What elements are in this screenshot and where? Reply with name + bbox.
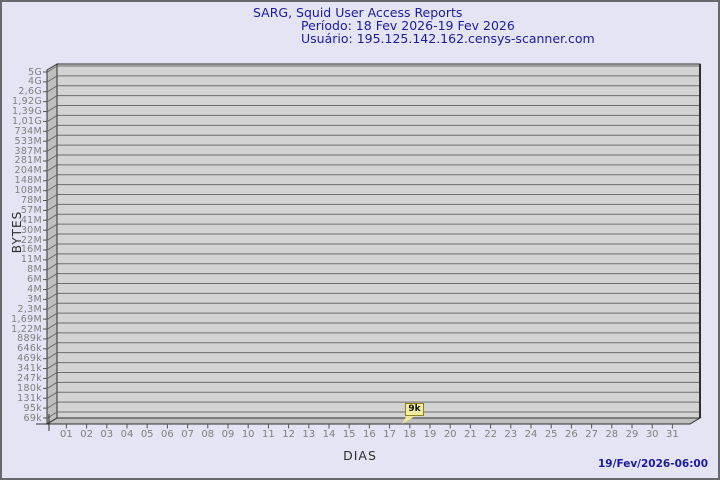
x-tick-label: 04 [120, 429, 134, 440]
x-tick-label: 05 [140, 429, 154, 440]
x-tick-label: 07 [181, 429, 194, 440]
x-tick-label: 23 [504, 429, 518, 440]
sarg-report-page: SARG, Squid User Access Reports Período:… [0, 0, 720, 480]
x-tick-label: 13 [302, 429, 316, 440]
report-timestamp: 19/Fev/2026-06:00 [598, 458, 708, 470]
x-tick-label: 12 [282, 429, 295, 440]
x-tick-label: 21 [464, 429, 477, 440]
x-tick-label: 24 [524, 429, 538, 440]
x-tick-label: 18 [403, 429, 417, 440]
x-axis-ticks [65, 424, 673, 429]
plot-back-wall [56, 63, 701, 419]
x-tick-label: 15 [342, 429, 356, 440]
x-tick-label: 22 [484, 429, 497, 440]
x-tick-label: 29 [625, 429, 639, 440]
x-tick-label: 31 [666, 429, 679, 440]
x-tick-label: 09 [221, 429, 235, 440]
x-tick-label: 26 [565, 429, 578, 440]
x-tick-label: 11 [262, 429, 275, 440]
x-tick-label: 03 [100, 429, 114, 440]
chart-plot [36, 63, 702, 431]
x-tick-label: 10 [241, 429, 255, 440]
x-tick-label: 08 [201, 429, 215, 440]
x-tick-label: 30 [645, 429, 659, 440]
x-tick-label: 25 [544, 429, 558, 440]
x-tick-label: 28 [605, 429, 619, 440]
x-tick-label: 27 [585, 429, 598, 440]
x-tick-label: 20 [443, 429, 457, 440]
x-tick-label: 01 [60, 429, 73, 440]
data-point-flag-label: 9k [408, 404, 421, 414]
data-point-flag: 9k [405, 403, 424, 416]
x-tick-label: 06 [161, 429, 174, 440]
y-axis-title: BYTES [10, 210, 24, 254]
y-tick-label: 69k [23, 412, 42, 424]
plot-floor [45, 417, 702, 425]
x-tick-label: 02 [80, 429, 93, 440]
x-tick-label: 16 [363, 429, 376, 440]
x-tick-label: 14 [322, 429, 336, 440]
x-tick-label: 17 [383, 429, 396, 440]
x-tick-label: 19 [423, 429, 437, 440]
x-axis-title: DIAS [343, 448, 377, 463]
